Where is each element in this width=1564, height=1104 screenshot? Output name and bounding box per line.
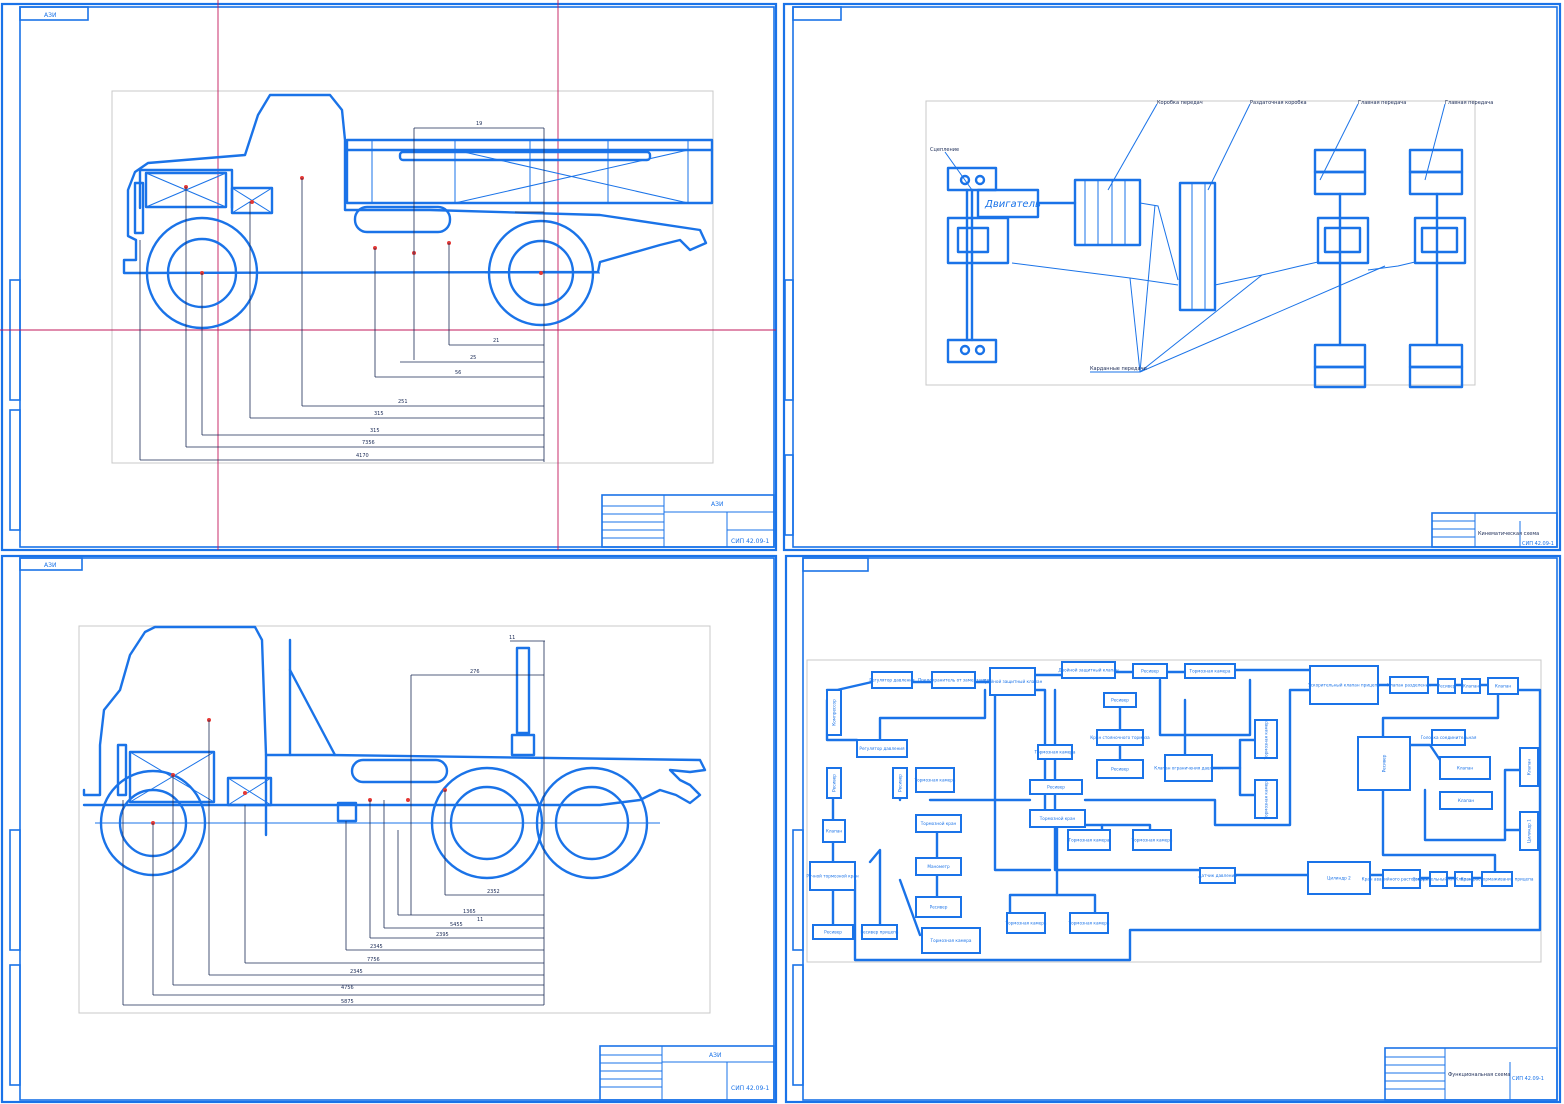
scheme-block-label: Ресивер: [1382, 754, 1387, 772]
scheme-block-label: Регулятор давления: [859, 746, 905, 751]
title-block-code: СИП 42.09-1: [731, 538, 769, 545]
svg-text:Коробка передач: Коробка передач: [1157, 100, 1203, 106]
svg-text:7356: 7356: [362, 440, 375, 446]
scheme-block-label: Клапан: [1463, 684, 1480, 689]
scheme-block-label: Ресивер: [1047, 785, 1065, 790]
scheme-block-label: Тормозная камера: [930, 938, 972, 943]
svg-text:Функциональная схема: Функциональная схема: [1448, 1072, 1510, 1078]
svg-text:Раздаточная коробка: Раздаточная коробка: [1250, 100, 1307, 106]
scheme-block-label: Компрессор: [832, 699, 837, 726]
scheme-block-label: Клапан: [1457, 766, 1474, 771]
scheme-block-label: Тормозная камера: [1264, 718, 1269, 760]
scheme-block-label: Ресивер: [1111, 767, 1129, 772]
sheet-top-left: АЗИ 19 21 25 56 251 315 315 7356 4170 АЗ…: [0, 0, 778, 552]
svg-text:2395: 2395: [436, 932, 449, 938]
scheme-block-label: Тройной защитный клапан: [982, 679, 1043, 684]
svg-text:276: 276: [470, 669, 480, 675]
svg-text:5875: 5875: [341, 999, 354, 1005]
scheme-block-label: Двойной защитный клапан: [1058, 668, 1118, 673]
scheme-block-label: Тормозная камера: [1264, 778, 1269, 820]
scheme-block-label: Тормозная камера: [1068, 838, 1110, 843]
scheme-block-label: Клапан: [1458, 798, 1475, 803]
scheme-block-label: Клапан: [826, 829, 843, 834]
scheme-block-label: Ресивер: [1438, 684, 1456, 689]
svg-text:4756: 4756: [341, 985, 354, 991]
scheme-block-label: Кран стояночного тормоза: [1090, 735, 1150, 740]
scheme-block-label: Клапан: [1495, 684, 1512, 689]
scheme-block-label: Клапан ограничения давления: [1154, 766, 1223, 771]
svg-text:Главная передача: Главная передача: [1358, 100, 1406, 106]
scheme-block-label: Тормозная камера: [1131, 838, 1173, 843]
scheme-block-label: Головка соединительная: [1421, 735, 1477, 740]
scheme-block-label: Ресивер: [1141, 669, 1159, 674]
svg-text:СИП 42.09-1: СИП 42.09-1: [1512, 1076, 1544, 1082]
scheme-block-label: Тормозная камера: [1034, 750, 1076, 755]
scheme-block-label: Тормозная камера: [1068, 921, 1110, 926]
svg-text:315: 315: [374, 411, 384, 417]
svg-text:21: 21: [493, 338, 499, 344]
svg-text:Сцепление: Сцепление: [930, 147, 959, 153]
svg-text:7756: 7756: [367, 957, 380, 963]
scheme-block-label: Клапан разделения: [1387, 683, 1431, 688]
svg-text:315: 315: [370, 428, 380, 434]
svg-text:2345: 2345: [350, 969, 363, 975]
scheme-block-label: Кран растормаживания прицепа: [1461, 877, 1534, 882]
scheme-block-label: Ресивер прицепа: [860, 930, 898, 935]
svg-text:11: 11: [509, 635, 515, 641]
svg-text:2345: 2345: [370, 944, 383, 950]
svg-text:25: 25: [470, 355, 476, 361]
sheet-top-right: Двигатель Сцепление Коробка передач Разд…: [782, 2, 1562, 552]
sheet-bottom-left: АЗИ 11 276 2352 1365 11 5455 2395 2345 7…: [0, 554, 778, 1104]
svg-text:251: 251: [398, 399, 408, 405]
svg-text:4170: 4170: [356, 453, 369, 459]
scheme-block-label: Ускорительный клапан прицепа: [1308, 683, 1380, 688]
sheet-bottom-right: Регулятор давления Предохранитель от заме…: [784, 554, 1562, 1104]
title-block-code: СИП 42.09-1: [1522, 541, 1554, 547]
svg-text:АЗИ: АЗИ: [709, 1052, 721, 1059]
scheme-block-label: Тормозной кран: [920, 821, 957, 826]
svg-text:2352: 2352: [487, 889, 500, 895]
scheme-block-label: Тормозная камера: [914, 778, 956, 783]
svg-text:5455: 5455: [450, 922, 463, 928]
sheet-stamp-text: АЗИ: [44, 12, 56, 19]
engine-label: Двигатель: [984, 199, 1041, 210]
scheme-block-label: Регулятор давления: [869, 678, 915, 683]
scheme-block-label: Цилиндр 2: [1327, 876, 1351, 881]
scheme-block-label: Ресивер: [930, 905, 948, 910]
svg-text:56: 56: [455, 370, 461, 376]
svg-text:Карданные передачи: Карданные передачи: [1090, 366, 1147, 372]
scheme-block-label: Цилиндр 1: [1527, 819, 1532, 843]
scheme-block-label: Тормозная камера: [1005, 921, 1047, 926]
scheme-block-label: Ручной тормозной кран: [806, 874, 859, 879]
scheme-block-label: Ресивер: [832, 774, 837, 792]
drawing-canvas: АЗИ 19 21 25 56 251 315 315 7356 4170 АЗ…: [0, 0, 1562, 1104]
title-block-name: Кинематическая схема: [1478, 531, 1539, 537]
svg-text:Главная передача: Главная передача: [1445, 100, 1493, 106]
scheme-block-label: Клапан: [1527, 759, 1532, 776]
svg-text:19: 19: [476, 121, 482, 127]
scheme-block-label: Манометр: [927, 864, 950, 869]
scheme-block-label: Тормозной кран: [1039, 816, 1076, 821]
title-block-name: АЗИ: [711, 501, 723, 508]
scheme-block-label: Ресивер: [824, 930, 842, 935]
scheme-block-label: Ресивер: [898, 774, 903, 792]
svg-text:11: 11: [477, 917, 483, 923]
scheme-block-label: Предохранитель от замерзания: [918, 678, 989, 683]
svg-text:АЗИ: АЗИ: [44, 562, 56, 569]
scheme-block-label: Ресивер: [1111, 698, 1129, 703]
scheme-block-label: Датчик давления: [1198, 873, 1237, 878]
scheme-block-label: Тормозная камера: [1189, 669, 1231, 674]
svg-text:СИП 42.09-1: СИП 42.09-1: [731, 1085, 769, 1092]
svg-text:1365: 1365: [463, 909, 476, 915]
